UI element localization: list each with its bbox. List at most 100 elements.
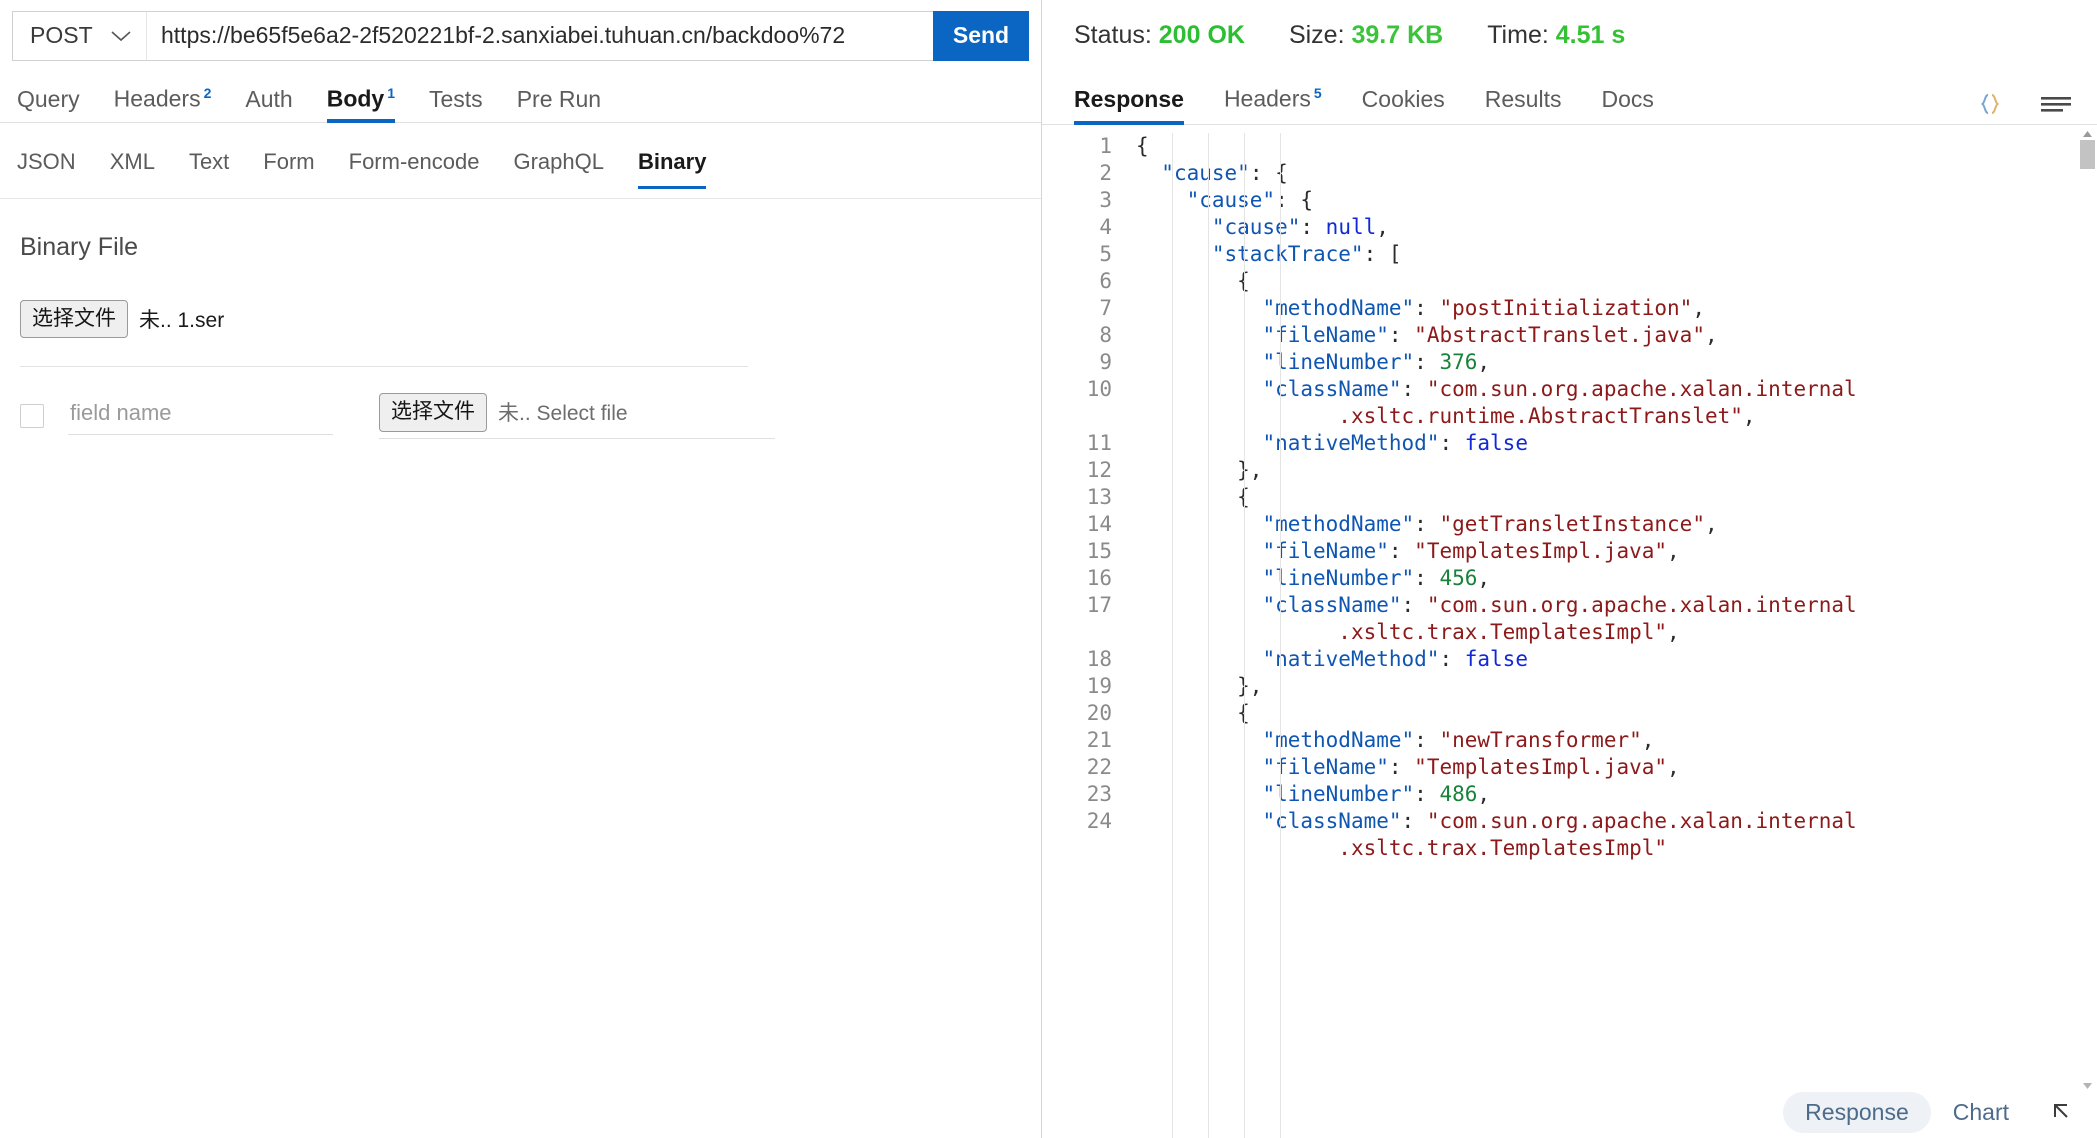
line-number: 12 [1086,458,1112,482]
line-number: 14 [1086,512,1112,536]
json-token: "methodName" [1262,512,1415,536]
json-token: : [1414,782,1440,806]
json-token: "postInitialization" [1439,296,1693,320]
toggle-chart[interactable]: Chart [1931,1092,2031,1133]
binary-choose-file-button[interactable]: 选择文件 [20,300,128,339]
json-token: "fileName" [1262,323,1389,347]
tab-results[interactable]: Results [1465,86,1582,124]
format-braces-icon[interactable] [1975,90,2005,118]
line-number [1042,403,1112,430]
json-token: .xsltc.runtime.AbstractTranslet" [1338,404,1743,428]
body-tab-binary[interactable]: Binary [621,149,723,189]
scrollbar-thumb[interactable] [2080,140,2095,169]
tab-docs-label: Docs [1601,86,1654,112]
json-token: "cause" [1161,161,1250,185]
tab-cookies-label: Cookies [1361,86,1445,112]
form-choose-file-button[interactable]: 选择文件 [379,393,487,432]
line-number: 2 [1099,161,1112,185]
json-token: "com.sun.org.apache.xalan.internal [1426,593,1857,617]
tab-docs[interactable]: Docs [1581,86,1673,124]
indent-guide [1280,133,1281,1138]
json-token: 456 [1439,566,1478,590]
body-tab-text[interactable]: Text [172,149,246,183]
tab-body[interactable]: Body 1 [310,86,412,123]
body-tab-json[interactable]: JSON [17,149,93,183]
json-token: : [1414,512,1440,536]
tab-pre-run-label: Pre Run [516,86,602,112]
json-token: , [1641,728,1655,752]
json-token: , [1477,350,1491,374]
field-name-input[interactable] [68,396,333,436]
tab-pre-run[interactable]: Pre Run [500,88,618,122]
body-tab-xml[interactable]: XML [93,149,172,183]
scroll-up-arrow-icon[interactable] [2080,128,2095,140]
line-number: 23 [1086,782,1112,806]
json-token: "fileName" [1262,539,1389,563]
json-token: { [1136,134,1149,158]
response-tabs: Response Headers 5 Cookies Results Docs [1042,71,2097,125]
tab-query[interactable]: Query [17,88,97,122]
body-tab-graphql[interactable]: GraphQL [496,149,621,183]
json-token: : [1300,215,1326,239]
tab-tests-label: Tests [429,86,483,112]
json-token: : [1439,431,1465,455]
line-number [1042,835,1112,862]
size-badge: Size: 39.7 KB [1289,21,1443,50]
json-token: "com.sun.org.apache.xalan.internal [1426,809,1857,833]
json-token: : [ [1363,242,1402,266]
menu-icon[interactable] [2039,90,2073,118]
json-token: , [1477,566,1491,590]
line-number: 11 [1086,431,1112,455]
json-token: , [1477,782,1491,806]
url-input[interactable]: https://be65f5e6a2-2f520221bf-2.sanxiabe… [146,10,934,61]
json-token: : [1414,566,1440,590]
json-token: , [1667,539,1680,563]
tab-response[interactable]: Response [1074,86,1204,125]
json-code-area[interactable]: { "cause": { "cause": { "cause": null, "… [1128,133,2097,1138]
response-panel: Status: 200 OK Size: 39.7 KB Time: 4.51 … [1042,0,2097,1138]
json-token: "cause" [1186,188,1276,212]
line-number: 1 [1099,134,1112,158]
binary-file-heading: Binary File [20,233,139,261]
line-number: 24 [1086,809,1112,833]
request-tabs: Query Headers 2 Auth Body 1 Tests Pre Run [0,71,1041,123]
status-badge: Status: 200 OK [1074,21,1245,50]
tab-headers[interactable]: Headers 2 [97,86,229,122]
line-number: 8 [1099,323,1112,347]
json-token: : [1414,728,1440,752]
json-token: "nativeMethod" [1262,647,1440,671]
json-token: : [1401,809,1427,833]
tab-response-headers[interactable]: Headers 5 [1204,85,1342,124]
json-token: .xsltc.trax.TemplatesImpl" [1338,620,1668,644]
tab-headers-label: Headers [113,86,201,112]
binary-file-row: 选择文件 未.. 1.ser [20,300,1021,339]
response-scrollbar[interactable] [2080,128,2095,1138]
line-number: 3 [1099,188,1112,212]
json-token: false [1464,647,1528,671]
line-number: 22 [1086,755,1112,779]
body-tab-form[interactable]: Form [246,149,331,183]
json-token: , [1667,755,1680,779]
line-number: 17 [1086,593,1112,617]
form-row-checkbox[interactable] [20,403,44,428]
json-token: "cause" [1211,215,1301,239]
time-badge: Time: 4.51 s [1487,21,1625,50]
http-method-select[interactable]: POST [12,10,146,61]
json-token: 486 [1439,782,1478,806]
json-token: }, [1237,674,1263,698]
indent-guide [1208,133,1209,1138]
json-response-viewer[interactable]: 1 2 3 4 5 6 7 8 9 10 11 12 13 14 15 16 17 18 19 20 21 22 23 24 … [1042,125,2097,1138]
line-number: 16 [1086,566,1112,590]
json-token: "com.sun.org.apache.xalan.internal [1426,377,1857,401]
tab-tests[interactable]: Tests [412,88,500,122]
tab-cookies[interactable]: Cookies [1342,86,1465,124]
resize-handle-icon[interactable] [2049,1099,2075,1125]
json-token: "className" [1262,377,1402,401]
body-tab-form-encode[interactable]: Form-encode [332,149,497,183]
send-button[interactable]: Send [933,10,1029,61]
form-file-placeholder: 未.. Select file [498,402,628,426]
tab-auth[interactable]: Auth [228,88,309,122]
toggle-response[interactable]: Response [1783,1091,1931,1133]
json-token: , [1692,296,1705,320]
size-label: Size: [1288,21,1345,49]
